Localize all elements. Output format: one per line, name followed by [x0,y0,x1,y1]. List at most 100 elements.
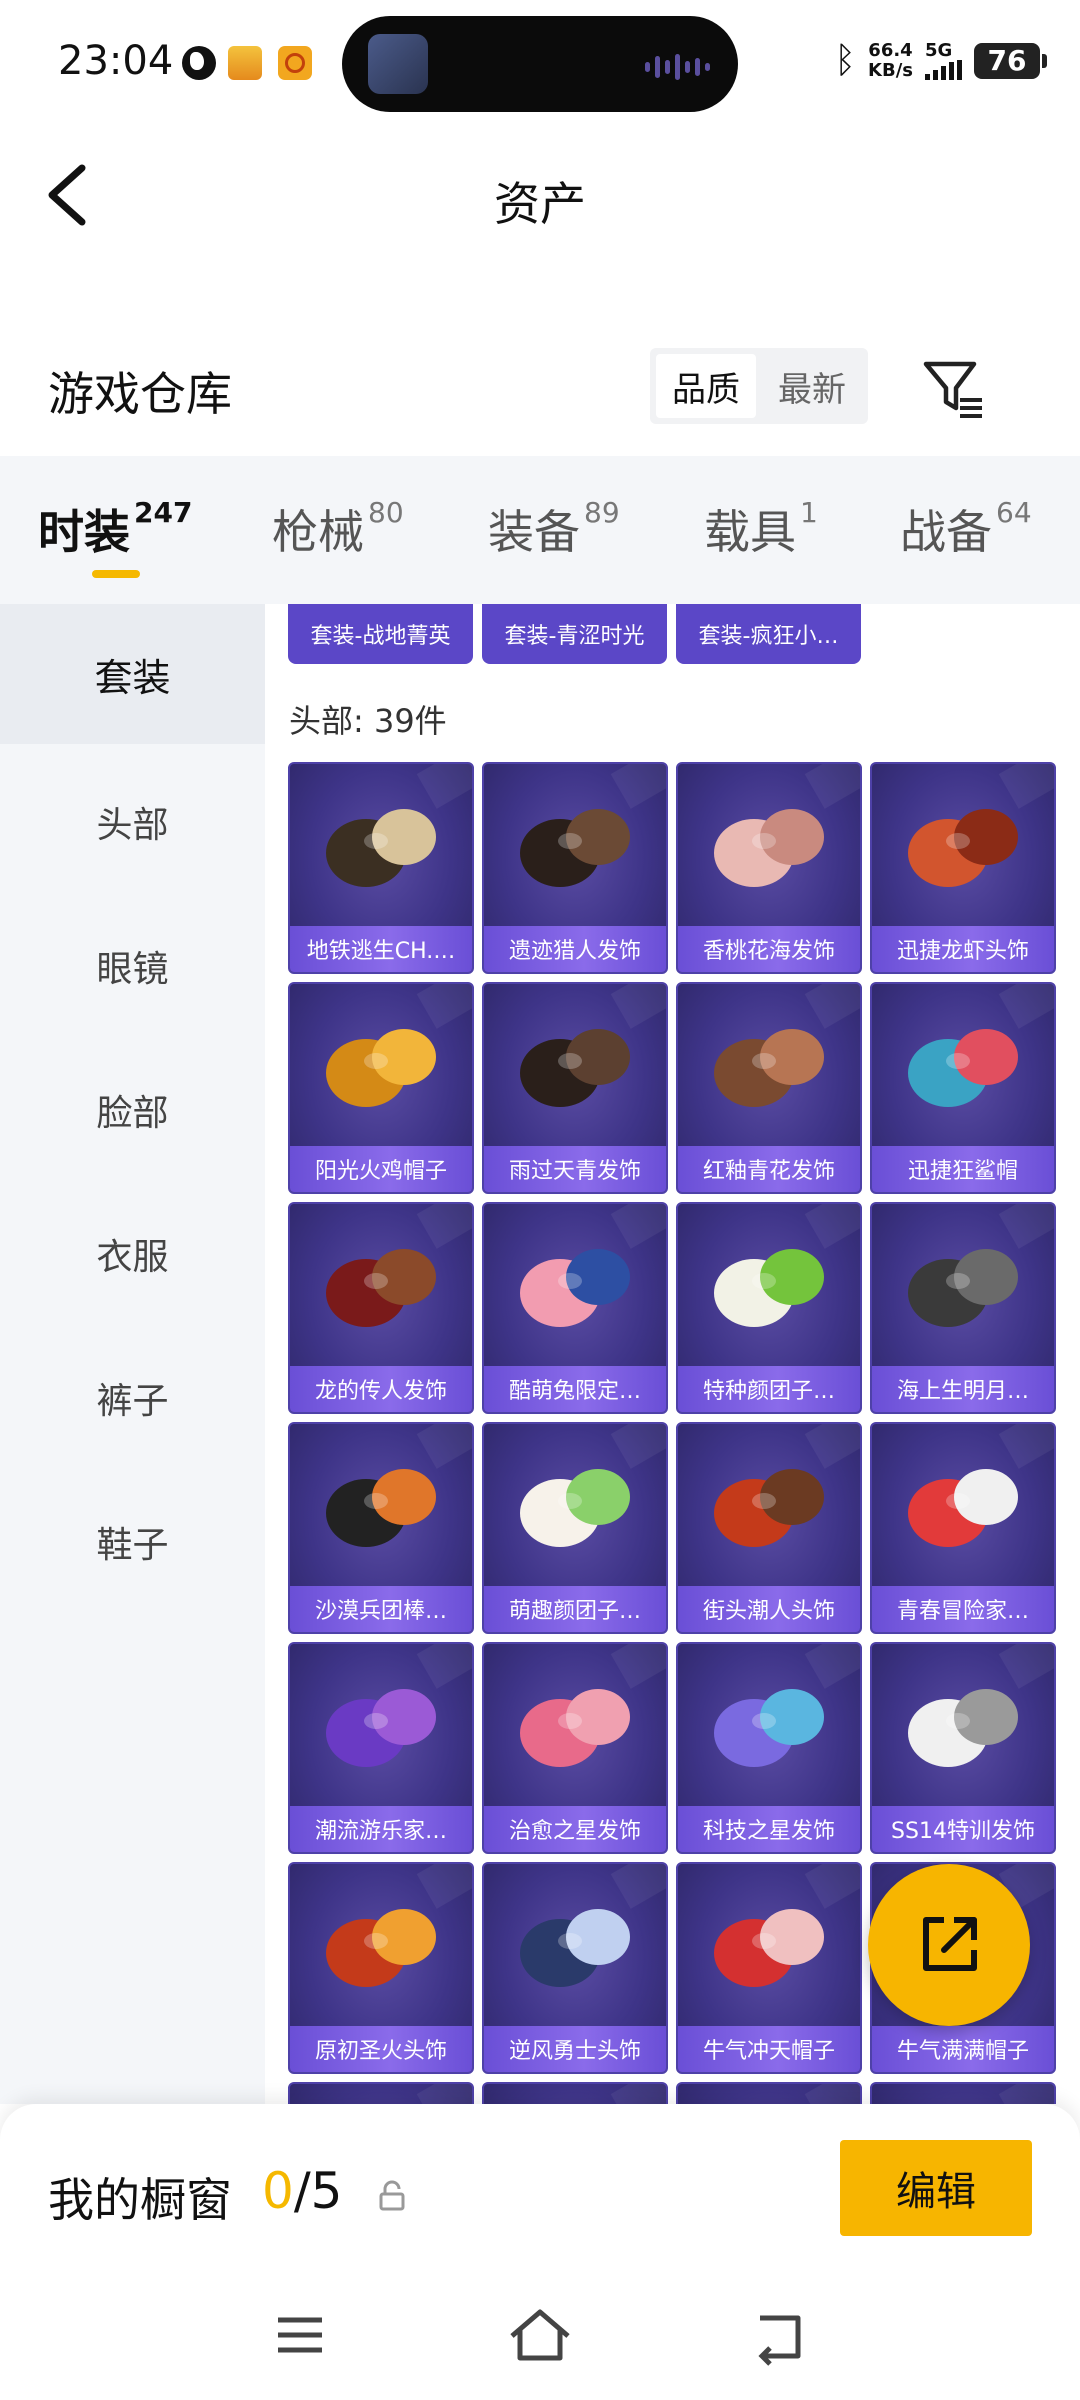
battery-icon: 76 [974,42,1047,79]
item-image [678,1864,860,2026]
item-card[interactable] [288,2082,474,2104]
item-card[interactable]: 海上生明月… [870,1202,1056,1414]
item-label: 红釉青花发饰 [678,1146,860,1192]
audio-wave-icon [645,54,710,80]
back-nav-icon[interactable] [740,2300,820,2370]
suit-card[interactable]: 套装-战地菁英 [288,604,473,664]
item-card[interactable]: 迅捷龙虾头饰 [870,762,1056,974]
lock-icon [379,2180,405,2211]
item-label: 牛气满满帽子 [872,2026,1054,2072]
item-label: 科技之星发饰 [678,1806,860,1852]
item-image [484,764,666,926]
item-card[interactable]: 特种颜团子… [676,1202,862,1414]
item-image [290,764,472,926]
item-card[interactable]: 青春冒险家… [870,1422,1056,1634]
item-label: 海上生明月… [872,1366,1054,1412]
suit-card[interactable]: 套装-青涩时光 [482,604,667,664]
sidebar-item-glasses[interactable]: 眼镜 [0,896,265,1036]
item-card[interactable]: 香桃花海发饰 [676,762,862,974]
item-card[interactable]: 逆风勇士头饰 [482,1862,668,2074]
suit-card[interactable]: 套装-疯狂小… [676,604,861,664]
item-label: 青春冒险家… [872,1586,1054,1632]
tab-vehicles[interactable]: 载具 1 [704,496,818,562]
game-notification-icon [278,46,312,80]
item-label: 原初圣火头饰 [290,2026,472,2072]
item-image [872,1204,1054,1366]
item-label: 阳光火鸡帽子 [290,1146,472,1192]
menu-icon[interactable] [260,2300,340,2370]
sidebar-item-suit[interactable]: 套装 [0,604,265,744]
browser-notification-icon [182,46,216,80]
item-card[interactable]: 街头潮人头饰 [676,1422,862,1634]
showcase-count: 0/5 [262,2162,343,2220]
item-label: 街头潮人头饰 [678,1586,860,1632]
tab-fashion[interactable]: 时装 247 [38,496,192,562]
item-image [678,984,860,1146]
tab-guns[interactable]: 枪械 80 [272,496,404,562]
item-card[interactable]: 原初圣火头饰 [288,1862,474,2074]
item-image [484,1204,666,1366]
sort-quality-button[interactable]: 品质 [656,354,756,418]
item-image [484,1864,666,2026]
item-card[interactable]: 萌趣颜团子… [482,1422,668,1634]
sidebar-item-head[interactable]: 头部 [0,752,265,892]
edit-button[interactable]: 编辑 [840,2140,1032,2236]
item-card[interactable]: 潮流游乐家… [288,1642,474,1854]
item-card[interactable]: 地铁逃生CH.… [288,762,474,974]
item-card[interactable]: 遗迹猎人发饰 [482,762,668,974]
item-card[interactable] [676,2082,862,2104]
item-label: 龙的传人发饰 [290,1366,472,1412]
item-label: 牛气冲天帽子 [678,2026,860,2072]
item-card[interactable]: 迅捷狂鲨帽 [870,982,1056,1194]
item-card[interactable] [482,2082,668,2104]
item-card[interactable]: 酷萌兔限定… [482,1202,668,1414]
item-card[interactable]: 雨过天青发饰 [482,982,668,1194]
showcase-panel: 我的橱窗 0/5 编辑 [0,2104,1080,2270]
system-nav-bar [0,2270,1080,2400]
category-tabs: 时装 247 枪械 80 装备 89 载具 1 战备 64 [0,456,1080,604]
item-card[interactable]: 科技之星发饰 [676,1642,862,1854]
tab-equipment[interactable]: 装备 89 [488,496,620,562]
dynamic-island[interactable] [342,16,738,112]
item-image [872,984,1054,1146]
sidebar-item-clothes[interactable]: 衣服 [0,1184,265,1324]
sidebar: 套装 头部 眼镜 脸部 衣服 裤子 鞋子 [0,604,265,2104]
item-card[interactable] [870,2082,1056,2104]
sort-toggle: 品质 最新 [650,348,868,424]
home-icon[interactable] [500,2300,580,2370]
item-image [484,984,666,1146]
item-card[interactable]: 阳光火鸡帽子 [288,982,474,1194]
status-right: ᛒ 66.4 KB/s 5G 76 [834,40,1047,81]
warehouse-title: 游戏仓库 [48,367,232,421]
sort-newest-button[interactable]: 最新 [762,354,862,418]
item-card[interactable]: 沙漠兵团棒… [288,1422,474,1634]
item-image [678,1424,860,1586]
item-label: 遗迹猎人发饰 [484,926,666,972]
item-label: 潮流游乐家… [290,1806,472,1852]
item-card[interactable]: 红釉青花发饰 [676,982,862,1194]
item-card[interactable]: SS14特训发饰 [870,1642,1056,1854]
item-label: 治愈之星发饰 [484,1806,666,1852]
section-label: 头部: 39件 [289,702,447,740]
app-notification-icon [228,46,262,80]
page-title: 资产 [494,177,586,231]
item-label: 迅捷龙虾头饰 [872,926,1054,972]
item-image [290,984,472,1146]
sidebar-item-shoes[interactable]: 鞋子 [0,1472,265,1612]
item-image [290,1424,472,1586]
item-card[interactable]: 龙的传人发饰 [288,1202,474,1414]
share-button[interactable] [868,1864,1030,2026]
item-image [290,1204,472,1366]
filter-icon[interactable] [920,356,986,422]
item-image [872,1424,1054,1586]
tab-combat-prep[interactable]: 战备 64 [900,496,1032,562]
item-card[interactable]: 牛气冲天帽子 [676,1862,862,2074]
item-card[interactable]: 治愈之星发饰 [482,1642,668,1854]
status-clock: 23:04 [58,38,174,84]
sidebar-item-face[interactable]: 脸部 [0,1040,265,1180]
item-label: 沙漠兵团棒… [290,1586,472,1632]
showcase-label: 我的橱窗 [48,2173,232,2227]
item-label: 香桃花海发饰 [678,926,860,972]
status-bar: 23:04 ᛒ 66.4 KB/s 5G 76 [0,0,1080,130]
sidebar-item-pants[interactable]: 裤子 [0,1328,265,1468]
